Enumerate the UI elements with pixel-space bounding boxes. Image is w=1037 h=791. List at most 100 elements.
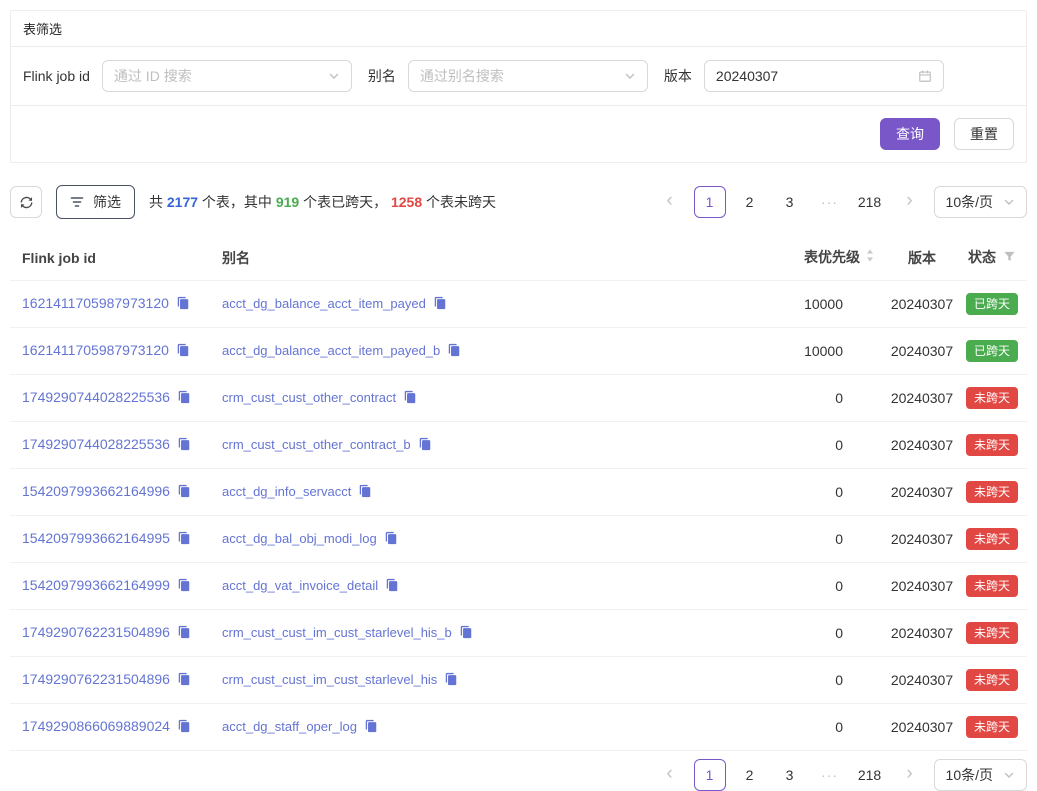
copy-icon[interactable]: [444, 671, 458, 691]
copy-icon[interactable]: [403, 389, 417, 409]
copy-icon[interactable]: [433, 295, 447, 315]
table-row: 1749290762231504896 crm_cust_cust_im_cus…: [10, 657, 1027, 704]
page-size-value: 10条/页: [946, 765, 993, 785]
filter-toggle-button[interactable]: 筛选: [56, 185, 135, 219]
version-cell: 20240307: [887, 469, 957, 516]
pagination-page-218[interactable]: 218: [854, 759, 886, 791]
flink-job-id-link[interactable]: 1542097993662164995: [22, 530, 170, 546]
copy-icon[interactable]: [364, 718, 378, 738]
pagination-page-2[interactable]: 2: [734, 759, 766, 791]
version-cell: 20240307: [887, 610, 957, 657]
copy-icon[interactable]: [177, 389, 191, 409]
table-row: 1749290762231504896 crm_cust_cust_im_cus…: [10, 610, 1027, 657]
alias-link[interactable]: acct_dg_staff_oper_log: [222, 719, 357, 734]
flink-job-id-link[interactable]: 1542097993662164996: [22, 483, 170, 499]
flink-job-id-link[interactable]: 1749290866069889024: [22, 718, 170, 734]
filter-funnel-icon[interactable]: [1003, 248, 1016, 268]
column-priority[interactable]: 表优先级: [690, 235, 887, 281]
pagination-page-2[interactable]: 2: [734, 186, 766, 218]
pagination-page-218[interactable]: 218: [854, 186, 886, 218]
copy-icon[interactable]: [176, 295, 190, 315]
bottom-pagination-wrap: ‹123···218›10条/页: [10, 759, 1027, 791]
flink-job-id-link[interactable]: 1749290762231504896: [22, 624, 170, 640]
reset-button[interactable]: 重置: [954, 118, 1014, 150]
chevron-down-icon: [328, 70, 340, 82]
copy-icon[interactable]: [358, 483, 372, 503]
summary-total: 2177: [167, 194, 198, 210]
copy-icon[interactable]: [447, 342, 461, 362]
flink-job-id-link[interactable]: 1621411705987973120: [22, 342, 169, 358]
alias-link[interactable]: crm_cust_cust_im_cust_starlevel_his_b: [222, 625, 452, 640]
column-flink-job-id: Flink job id: [10, 235, 210, 281]
chevron-down-icon: [624, 70, 636, 82]
calendar-icon: [918, 69, 932, 83]
flink-job-id-link[interactable]: 1621411705987973120: [22, 295, 169, 311]
status-badge: 未跨天: [966, 528, 1018, 550]
status-badge: 未跨天: [966, 434, 1018, 456]
status-badge: 未跨天: [966, 481, 1018, 503]
table-row: 1542097993662164996 acct_dg_info_servacc…: [10, 469, 1027, 516]
alias-link[interactable]: crm_cust_cust_other_contract: [222, 390, 396, 405]
alias-select[interactable]: 通过别名搜索: [408, 60, 648, 92]
flink-job-id-link[interactable]: 1749290762231504896: [22, 671, 170, 687]
status-badge: 未跨天: [966, 716, 1018, 738]
page-size-select[interactable]: 10条/页: [934, 759, 1027, 791]
column-status-label: 状态: [968, 249, 996, 265]
table-row: 1621411705987973120 acct_dg_balance_acct…: [10, 281, 1027, 328]
pagination-page-1[interactable]: 1: [694, 759, 726, 791]
sort-icon[interactable]: [865, 248, 875, 268]
alias-link[interactable]: acct_dg_bal_obj_modi_log: [222, 531, 377, 546]
page-size-select[interactable]: 10条/页: [934, 186, 1027, 218]
alias-link[interactable]: crm_cust_cust_other_contract_b: [222, 437, 411, 452]
pagination-next[interactable]: ›: [894, 759, 926, 791]
pagination-prev[interactable]: ‹: [654, 186, 686, 218]
priority-cell: 0: [690, 657, 887, 704]
pagination-prev[interactable]: ‹: [654, 759, 686, 791]
pagination-next[interactable]: ›: [894, 186, 926, 218]
summary-part2: 个表，其中: [198, 194, 276, 210]
filter-row: Flink job id 通过 ID 搜索 别名 通过别名搜索: [11, 47, 1026, 106]
copy-icon[interactable]: [177, 436, 191, 456]
copy-icon[interactable]: [177, 530, 191, 550]
pagination-page-3[interactable]: 3: [774, 759, 806, 791]
flink-job-id-link[interactable]: 1542097993662164999: [22, 577, 170, 593]
pagination-top: ‹123···218›10条/页: [654, 186, 1027, 218]
alias-link[interactable]: acct_dg_balance_acct_item_payed: [222, 296, 426, 311]
flink-job-id-field: Flink job id 通过 ID 搜索: [23, 60, 352, 92]
query-button[interactable]: 查询: [880, 118, 940, 150]
table-row: 1749290866069889024 acct_dg_staff_oper_l…: [10, 704, 1027, 751]
copy-icon[interactable]: [459, 624, 473, 644]
page: 表筛选 Flink job id 通过 ID 搜索 别名 通过别名搜索: [0, 0, 1037, 791]
copy-icon[interactable]: [176, 342, 190, 362]
flink-job-id-link[interactable]: 1749290744028225536: [22, 436, 170, 452]
refresh-button[interactable]: [10, 186, 42, 218]
status-badge: 未跨天: [966, 387, 1018, 409]
copy-icon[interactable]: [418, 436, 432, 456]
version-cell: 20240307: [887, 516, 957, 563]
priority-cell: 0: [690, 516, 887, 563]
alias-link[interactable]: acct_dg_vat_invoice_detail: [222, 578, 378, 593]
copy-icon[interactable]: [177, 718, 191, 738]
pagination-page-1[interactable]: 1: [694, 186, 726, 218]
copy-icon[interactable]: [385, 577, 399, 597]
alias-link[interactable]: acct_dg_balance_acct_item_payed_b: [222, 343, 440, 358]
flink-job-id-select[interactable]: 通过 ID 搜索: [102, 60, 352, 92]
pagination-page-3[interactable]: 3: [774, 186, 806, 218]
copy-icon[interactable]: [177, 671, 191, 691]
version-date-input[interactable]: 20240307: [704, 60, 944, 92]
column-alias: 别名: [210, 235, 690, 281]
copy-icon[interactable]: [177, 577, 191, 597]
pagination-ellipsis: ···: [814, 186, 846, 218]
alias-link[interactable]: acct_dg_info_servacct: [222, 484, 351, 499]
alias-link[interactable]: crm_cust_cust_im_cust_starlevel_his: [222, 672, 437, 687]
copy-icon[interactable]: [384, 530, 398, 550]
flink-job-id-link[interactable]: 1749290744028225536: [22, 389, 170, 405]
alias-field: 别名 通过别名搜索: [368, 60, 648, 92]
copy-icon[interactable]: [177, 483, 191, 503]
copy-icon[interactable]: [177, 624, 191, 644]
version-cell: 20240307: [887, 704, 957, 751]
table-row: 1749290744028225536 crm_cust_cust_other_…: [10, 375, 1027, 422]
table-row: 1542097993662164999 acct_dg_vat_invoice_…: [10, 563, 1027, 610]
version-cell: 20240307: [887, 328, 957, 375]
version-cell: 20240307: [887, 422, 957, 469]
